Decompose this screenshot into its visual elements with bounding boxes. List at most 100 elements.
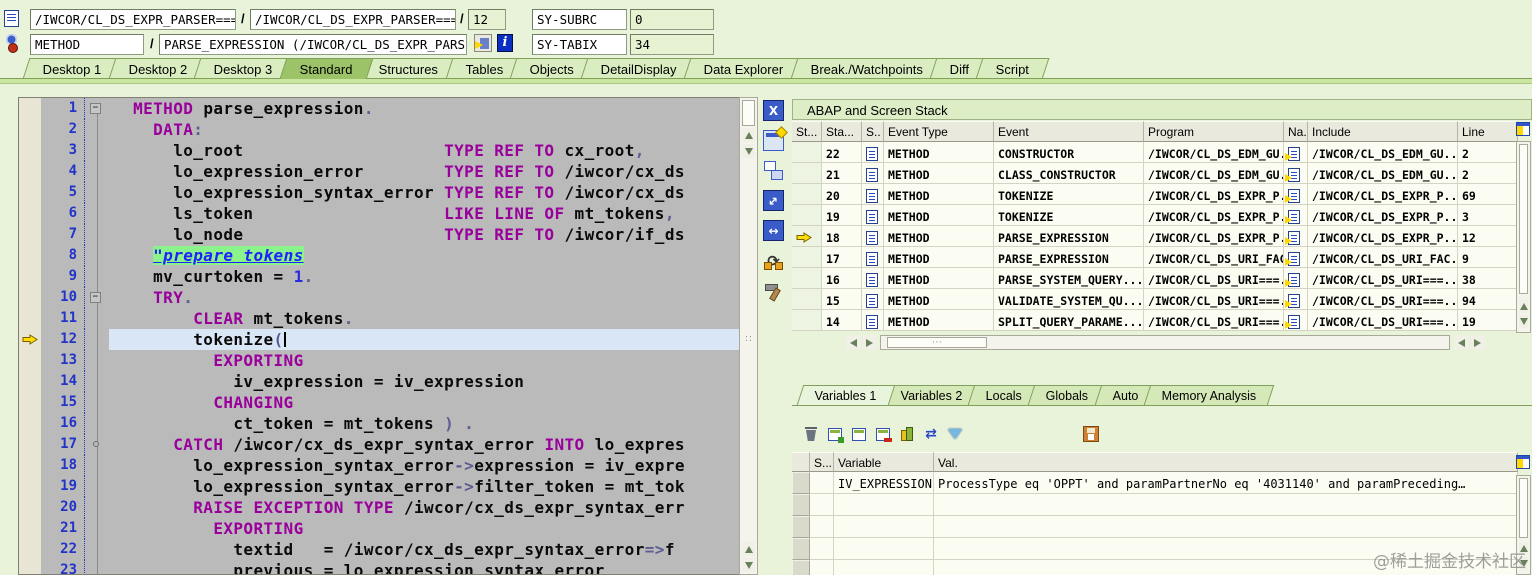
stack-cell-line[interactable]: 69 [1458, 184, 1518, 205]
stack-cell-level[interactable]: 19 [822, 205, 862, 226]
stack-cell-event[interactable]: PARSE_SYSTEM_QUERY... [994, 268, 1144, 289]
tab-detaildisplay[interactable]: DetailDisplay [580, 58, 698, 79]
stack-cell-include[interactable]: /IWCOR/CL_DS_URI===... [1308, 289, 1458, 310]
fold-gutter[interactable] [85, 245, 109, 266]
code-line[interactable]: 14 iv_expression = iv_expression [19, 371, 739, 392]
sy-subrc-label-field[interactable]: SY-SUBRC [532, 8, 627, 30]
swap-windows-icon[interactable] [763, 160, 784, 181]
stack-cell-program[interactable]: /IWCOR/CL_DS_URI===... [1144, 310, 1284, 331]
stack-cell-include[interactable]: /IWCOR/CL_DS_URI===... [1308, 310, 1458, 331]
breakpoint-gutter[interactable] [19, 329, 41, 350]
fold-gutter[interactable] [85, 329, 109, 350]
code-text[interactable]: lo_root TYPE REF TO cx_root, [109, 140, 739, 161]
table-settings-icon[interactable] [1516, 122, 1530, 136]
fold-gutter[interactable] [85, 455, 109, 476]
breakpoint-gutter[interactable] [19, 434, 41, 455]
stack-cell-level[interactable]: 14 [822, 310, 862, 331]
scroll-left-button[interactable] [1454, 335, 1469, 350]
scroll-up-button[interactable] [742, 128, 755, 142]
stack-cell-program[interactable]: /IWCOR/CL_DS_URI_FAC.. [1144, 247, 1284, 268]
scroll-down-button[interactable] [742, 558, 755, 572]
stack-cell-type-icon[interactable] [862, 205, 884, 226]
breakpoint-gutter[interactable] [19, 455, 41, 476]
code-text[interactable]: iv_expression = iv_expression [109, 371, 739, 392]
code-line[interactable]: 22 textid = /iwcor/cx_ds_expr_syntax_err… [19, 539, 739, 560]
stack-cell-event[interactable]: TOKENIZE [994, 205, 1144, 226]
tab-desktop-1[interactable]: Desktop 1 [22, 58, 122, 79]
fold-gutter[interactable] [85, 140, 109, 161]
breakpoint-gutter[interactable] [19, 476, 41, 497]
code-line[interactable]: 15 CHANGING [19, 392, 739, 413]
breakpoint-gutter[interactable] [19, 539, 41, 560]
stack-cell-event[interactable]: PARSE_EXPRESSION [994, 226, 1144, 247]
tab-desktop-2[interactable]: Desktop 2 [108, 58, 208, 79]
code-text[interactable]: TRY. [109, 287, 739, 308]
table-create-icon[interactable] [826, 425, 844, 443]
stack-cell-event[interactable]: CONSTRUCTOR [994, 142, 1144, 163]
variable-row[interactable] [792, 494, 1518, 516]
breakpoint-gutter[interactable] [19, 560, 41, 574]
code-line[interactable]: 21 EXPORTING [19, 518, 739, 539]
stack-column-header[interactable]: Include [1308, 121, 1458, 142]
stack-column-header[interactable]: Line [1458, 121, 1518, 142]
navigate-icon[interactable] [1285, 230, 1300, 245]
stack-cell-level[interactable]: 21 [822, 163, 862, 184]
code-line[interactable]: 13 EXPORTING [19, 350, 739, 371]
breakpoint-gutter[interactable] [19, 182, 41, 203]
code-text[interactable]: EXPORTING [109, 518, 739, 539]
variable-cell-selector[interactable] [792, 516, 810, 538]
stack-cell-event-type[interactable]: METHOD [884, 268, 994, 289]
code-line[interactable]: 4 lo_expression_error TYPE REF TO /iwcor… [19, 161, 739, 182]
stack-cell-line[interactable]: 19 [1458, 310, 1518, 331]
source-program-field[interactable]: /IWCOR/CL_DS_EXPR_PARSER=====... [250, 8, 456, 30]
configure-tool-icon[interactable] [763, 280, 784, 301]
fold-gutter[interactable] [85, 434, 109, 455]
tab-break-watchpoints[interactable]: Break./Watchpoints [790, 58, 944, 79]
table-view-icon[interactable] [850, 425, 868, 443]
stack-cell-current[interactable] [792, 205, 822, 226]
navigate-icon[interactable] [1285, 167, 1300, 182]
code-text[interactable]: ls_token LIKE LINE OF mt_tokens, [109, 203, 739, 224]
variable-cell-name[interactable] [834, 494, 934, 516]
stack-cell-level[interactable]: 22 [822, 142, 862, 163]
fold-gutter[interactable] [85, 413, 109, 434]
filter-icon[interactable] [946, 425, 964, 443]
fold-gutter[interactable] [85, 119, 109, 140]
scroll-down-button[interactable] [742, 144, 755, 158]
stack-cell-current[interactable] [792, 184, 822, 205]
maximize-icon[interactable]: ↔ [763, 190, 784, 211]
code-line[interactable]: 11 CLEAR mt_tokens. [19, 308, 739, 329]
variable-cell-status[interactable] [810, 560, 834, 575]
stack-cell-type-icon[interactable] [862, 163, 884, 184]
code-text[interactable]: mv_curtoken = 1. [109, 266, 739, 287]
goto-statement-icon[interactable] [474, 34, 492, 52]
stack-cell-navigate[interactable] [1284, 310, 1308, 331]
breakpoint-gutter[interactable] [19, 98, 41, 119]
stack-cell-line[interactable]: 3 [1458, 205, 1518, 226]
stack-cell-level[interactable]: 15 [822, 289, 862, 310]
fold-gutter[interactable] [85, 560, 109, 574]
variable-cell-name[interactable] [834, 516, 934, 538]
breakpoint-gutter[interactable] [19, 140, 41, 161]
stack-cell-event[interactable]: PARSE_EXPRESSION [994, 247, 1144, 268]
event-name-field[interactable]: PARSE_EXPRESSION (/IWCOR/CL_DS_EXPR_PARS… [159, 33, 467, 55]
breakpoint-gutter[interactable] [19, 119, 41, 140]
stack-cell-type-icon[interactable] [862, 184, 884, 205]
stack-cell-event[interactable]: SPLIT_QUERY_PARAME... [994, 310, 1144, 331]
fold-gutter[interactable] [85, 476, 109, 497]
stack-column-header[interactable]: Program [1144, 121, 1284, 142]
stack-cell-type-icon[interactable] [862, 226, 884, 247]
table-settings-icon[interactable] [1516, 455, 1530, 469]
breakpoint-gutter[interactable] [19, 413, 41, 434]
stack-cell-program[interactable]: /IWCOR/CL_DS_EXPR_P... [1144, 184, 1284, 205]
stack-cell-current[interactable] [792, 163, 822, 184]
stack-row[interactable]: 20 METHODTOKENIZE/IWCOR/CL_DS_EXPR_P... /I… [792, 184, 1518, 205]
stack-hscrollbar[interactable]: ⋯ [846, 335, 1518, 351]
stack-cell-navigate[interactable] [1284, 226, 1308, 247]
stack-cell-event-type[interactable]: METHOD [884, 205, 994, 226]
scrollbar-track[interactable]: ⋯ [880, 335, 1450, 350]
navigate-icon[interactable] [1285, 146, 1300, 161]
variable-cell-value[interactable] [934, 494, 1518, 516]
scroll-left-button[interactable] [846, 335, 861, 350]
code-line[interactable]: 8 "prepare tokens [19, 245, 739, 266]
